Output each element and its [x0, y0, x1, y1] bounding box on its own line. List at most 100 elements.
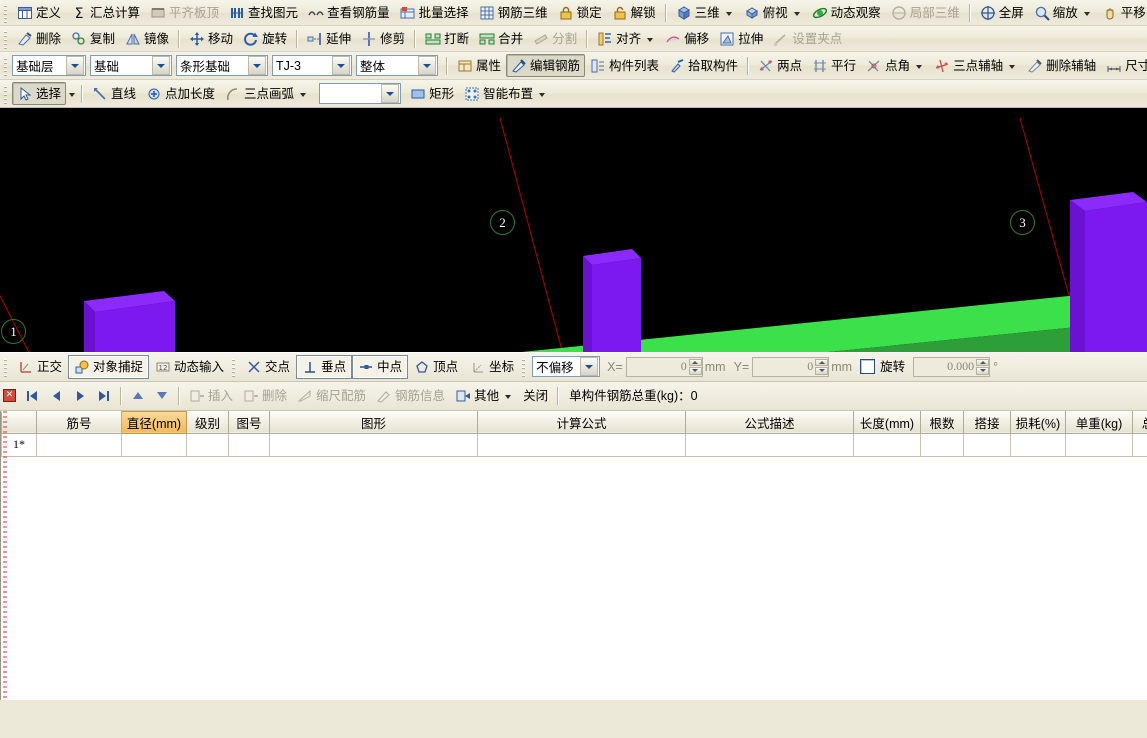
rebar-button-scaled-rebar[interactable]: 缩尺配筋 [292, 384, 371, 407]
part-combo[interactable]: 整体 [356, 55, 438, 76]
toolbar-button-lock[interactable]: 锁定 [553, 1, 607, 24]
snap-toggle-perpendicular-snap[interactable]: 垂点 [296, 355, 352, 379]
snap-toggle-intersection-snap[interactable]: 交点 [240, 355, 296, 379]
axis-marker-1-top[interactable]: 1 [1, 319, 26, 344]
column-header-unit-weight[interactable]: 单重(kg) [1066, 411, 1133, 433]
toolbar-button-line[interactable]: 直线 [87, 82, 141, 105]
toolbar-button-fullscreen[interactable]: 全屏 [975, 1, 1029, 24]
toolbar-button-point-length[interactable]: 点加长度 [141, 82, 220, 105]
column-header-grade[interactable]: 级别 [187, 411, 229, 433]
toolbar-button-pick-component[interactable]: 拾取构件 [664, 54, 743, 77]
toolbar-button-merge[interactable]: 合并 [474, 27, 528, 50]
rotate-stepper[interactable] [976, 359, 988, 375]
toolbar-button-zoom[interactable]: 缩放 [1029, 1, 1097, 24]
toolbar-button-extend[interactable]: 延伸 [302, 27, 356, 50]
column-header-total-weight[interactable]: 总重(kg) [1133, 411, 1147, 433]
column-header-formula-description[interactable]: 公式描述 [686, 411, 854, 433]
level-combo[interactable]: 基础层 [12, 55, 86, 76]
column-header-lap[interactable]: 搭接 [964, 411, 1011, 433]
offset-mode-combo[interactable]: 不偏移 [532, 356, 600, 377]
status-toggle-dynamic-input[interactable]: 12动态输入 [149, 355, 230, 379]
rebar-button-insert-row[interactable]: 插入 [184, 384, 238, 407]
column-header-calc-formula[interactable]: 计算公式 [478, 411, 686, 433]
toolbar-button-split[interactable]: 分割 [528, 27, 582, 50]
toolbar-button-stretch[interactable]: 拉伸 [714, 27, 768, 50]
toolbar-button-unlock[interactable]: 解锁 [607, 1, 661, 24]
panel-close-icon[interactable]: ✕ [3, 389, 16, 402]
nav-prev-button[interactable] [44, 385, 68, 407]
toolbar-button-align-slab-top[interactable]: 平齐板顶 [145, 1, 224, 24]
column-header-diameter[interactable]: 直径(mm) [122, 411, 187, 433]
toolbar-button-rect[interactable]: 矩形 [405, 82, 459, 105]
column-header-shape[interactable]: 图形 [270, 411, 478, 433]
y-coord-stepper[interactable] [815, 359, 827, 375]
component-combo-arrow[interactable] [332, 56, 350, 75]
nav-next-button[interactable] [68, 385, 92, 407]
cell-total-weight[interactable] [1133, 433, 1147, 456]
status-toggle-object-snap[interactable]: 对象捕捉 [68, 355, 149, 379]
chevron-down-icon[interactable] [300, 93, 306, 97]
toolbar-button-batch-select[interactable]: 批量选择 [395, 1, 474, 24]
category-combo[interactable]: 基础 [90, 55, 172, 76]
offset-mode-arrow[interactable] [580, 357, 598, 376]
cell-lap[interactable] [964, 433, 1011, 456]
toolbar-grip[interactable] [521, 357, 528, 377]
toolbar-button-delete-aux-axis[interactable]: 删除辅轴 [1022, 54, 1101, 77]
cell-unit-weight[interactable] [1066, 433, 1133, 456]
chevron-down-icon[interactable] [916, 65, 922, 69]
toolbar-button-local-3d[interactable]: 局部三维 [886, 1, 965, 24]
toolbar-button-component-list[interactable]: 构件列表 [585, 54, 664, 77]
chevron-down-icon[interactable] [647, 38, 653, 42]
chevron-down-icon[interactable] [505, 395, 511, 399]
toolbar-grip[interactable] [231, 357, 238, 377]
column-header-drawing-number[interactable]: 图号 [229, 411, 270, 433]
3d-viewport[interactable]: 1 2 3 1 2 3 B Z [0, 108, 1147, 352]
component-combo[interactable]: TJ-3 [272, 55, 352, 76]
toolbar-grip[interactable] [3, 56, 10, 76]
y-coord-input[interactable] [752, 357, 829, 377]
component-type-combo[interactable]: 条形基础 [176, 55, 268, 76]
snap-toggle-midpoint-snap[interactable]: 中点 [352, 355, 408, 379]
toolbar-grip[interactable] [3, 29, 10, 49]
cell-rebar-number[interactable] [37, 433, 122, 456]
toolbar-button-view-rebar-qty[interactable]: 查看钢筋量 [303, 1, 395, 24]
toolbar-button-move[interactable]: 移动 [184, 27, 238, 50]
status-toggle-ortho[interactable]: 正交 [12, 355, 68, 379]
rebar-button-delete-row[interactable]: 删除 [238, 384, 292, 407]
toolbar-button-offset[interactable]: 偏移 [660, 27, 714, 50]
rebar-table-panel[interactable]: 筋号直径(mm)级别图号图形计算公式公式描述长度(mm)根数搭接损耗(%)单重(… [0, 411, 1147, 701]
rebar-table[interactable]: 筋号直径(mm)级别图号图形计算公式公式描述长度(mm)根数搭接损耗(%)单重(… [1, 411, 1147, 457]
toolbar-grip[interactable] [3, 84, 10, 104]
nav-first-button[interactable] [20, 385, 44, 407]
toolbar-button-mirror[interactable]: 镜像 [120, 27, 174, 50]
draw-style-combo[interactable] [319, 83, 401, 104]
toolbar-button-pan[interactable]: 平移 [1097, 1, 1147, 24]
cell-length[interactable] [854, 433, 921, 456]
rotate-input[interactable] [913, 357, 990, 377]
toolbar-button-topview[interactable]: 俯视 [739, 1, 807, 24]
rotate-checkbox[interactable] [860, 359, 875, 374]
toolbar-button-copy[interactable]: 复制 [66, 27, 120, 50]
rebar-button-other[interactable]: 其他 [450, 384, 518, 407]
column-header-loss[interactable]: 损耗(%) [1011, 411, 1066, 433]
cell-calc-formula[interactable] [478, 433, 686, 456]
toolbar-button-edit-rebar[interactable]: 编辑钢筋 [506, 54, 585, 77]
move-down-button[interactable] [150, 385, 174, 407]
draw-style-combo-arrow[interactable] [381, 84, 399, 103]
toolbar-button-rotate[interactable]: 旋转 [238, 27, 292, 50]
axis-marker-3-top[interactable]: 3 [1010, 210, 1035, 235]
snap-toggle-coordinate-snap[interactable]: 坐标 [464, 355, 520, 379]
toolbar-button-set-grip[interactable]: 设置夹点 [768, 27, 847, 50]
toolbar-button-delete[interactable]: 删除 [12, 27, 66, 50]
x-coord-stepper[interactable] [689, 359, 701, 375]
toolbar-button-dimension[interactable]: 尺寸标注 [1101, 54, 1147, 77]
axis-marker-2-top[interactable]: 2 [490, 210, 515, 235]
chevron-down-icon[interactable] [539, 93, 545, 97]
toolbar-button-align[interactable]: 对齐 [592, 27, 660, 50]
toolbar-button-point-angle[interactable]: 点角 [861, 54, 929, 77]
toolbar-grip[interactable] [3, 357, 10, 377]
toolbar-button-orbit[interactable]: 动态观察 [807, 1, 886, 24]
toolbar-button-trim[interactable]: 修剪 [356, 27, 410, 50]
cell-count[interactable] [921, 433, 964, 456]
toolbar-grip[interactable] [3, 3, 10, 23]
